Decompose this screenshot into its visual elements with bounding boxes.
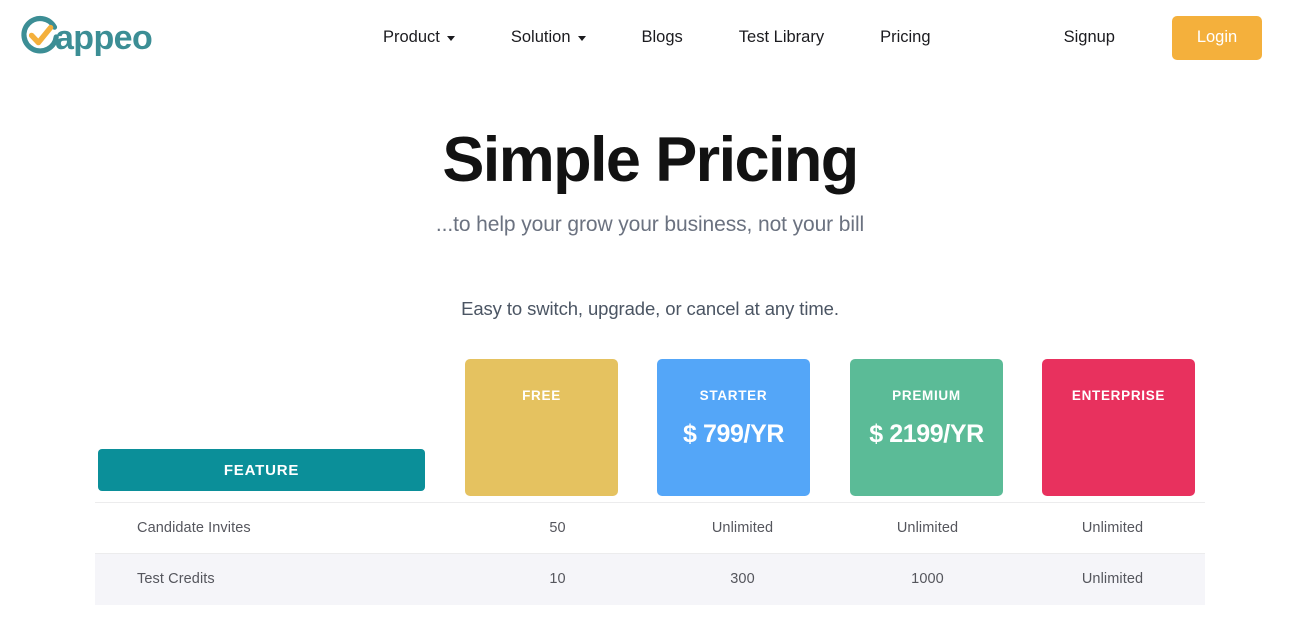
hero-section: Simple Pricing ...to help your grow your… <box>0 75 1300 320</box>
nav-item-pricing[interactable]: Pricing <box>852 28 958 47</box>
site-header: appeo Product Solution Blogs Test Librar… <box>0 0 1300 75</box>
plan-card-starter-name: STARTER <box>699 388 768 404</box>
plan-card-premium[interactable]: PREMIUM $ 2199/YR <box>850 359 1003 497</box>
nav-item-blogs-label: Blogs <box>641 28 683 46</box>
plan-card-row: FREE STARTER $ 799/YR PREMIUM $ 2199/YR … <box>95 359 1205 497</box>
feature-value-enterprise: Unlimited <box>1081 520 1144 537</box>
feature-name-cell: Test Credits <box>137 571 215 588</box>
plan-card-premium-price: $ 2199/YR <box>869 419 984 448</box>
feature-value-starter: 300 <box>730 571 755 588</box>
brand-name: appeo <box>55 19 153 57</box>
plan-card-enterprise-name: ENTERPRISE <box>1071 388 1166 404</box>
page-title: Simple Pricing <box>442 125 859 195</box>
chevron-down-icon <box>577 36 586 41</box>
feature-value-starter: Unlimited <box>711 520 774 537</box>
plan-card-free[interactable]: FREE <box>465 359 618 497</box>
brand-logo[interactable]: appeo <box>18 13 153 61</box>
plan-card-starter[interactable]: STARTER $ 799/YR <box>657 359 810 497</box>
feature-table-body: Candidate Invites 50 Unlimited Unlimited… <box>95 502 1205 605</box>
nav-item-test-library-label: Test Library <box>738 28 825 46</box>
plan-card-starter-price: $ 799/YR <box>682 419 785 448</box>
table-row: Candidate Invites 50 Unlimited Unlimited… <box>95 502 1205 554</box>
signup-link[interactable]: Signup <box>1064 28 1115 47</box>
nav-item-solution[interactable]: Solution <box>483 28 614 47</box>
pricing-note: Easy to switch, upgrade, or cancel at an… <box>461 298 839 320</box>
feature-value-free: 10 <box>549 571 566 588</box>
feature-value-premium: Unlimited <box>896 520 959 537</box>
feature-value-free: 50 <box>549 520 566 537</box>
nav-item-product[interactable]: Product <box>355 28 483 47</box>
plan-card-enterprise[interactable]: ENTERPRISE <box>1042 359 1195 497</box>
plan-card-free-name: FREE <box>522 388 561 404</box>
feature-comparison-table: Candidate Invites 50 Unlimited Unlimited… <box>95 502 1205 605</box>
login-button[interactable]: Login <box>1172 15 1262 60</box>
feature-value-enterprise: Unlimited <box>1081 571 1144 588</box>
nav-item-blogs[interactable]: Blogs <box>614 28 711 47</box>
nav-item-product-label: Product <box>383 28 440 46</box>
feature-name-cell: Candidate Invites <box>137 520 251 537</box>
feature-column-header: FEATURE <box>98 449 425 492</box>
page-subtitle: ...to help your grow your business, not … <box>435 213 865 237</box>
main-nav: Product Solution Blogs Test Library Pric… <box>355 0 959 75</box>
nav-item-solution-label: Solution <box>510 28 571 46</box>
pricing-table-section: FREE STARTER $ 799/YR PREMIUM $ 2199/YR … <box>95 359 1205 605</box>
table-row: Test Credits 10 300 1000 Unlimited <box>95 553 1205 605</box>
header-actions: Signup Login <box>1064 0 1262 75</box>
nav-item-pricing-label: Pricing <box>880 28 931 46</box>
nav-item-test-library[interactable]: Test Library <box>711 28 852 47</box>
plan-card-premium-name: PREMIUM <box>892 388 961 404</box>
feature-value-premium: 1000 <box>911 571 944 588</box>
chevron-down-icon <box>446 36 455 41</box>
